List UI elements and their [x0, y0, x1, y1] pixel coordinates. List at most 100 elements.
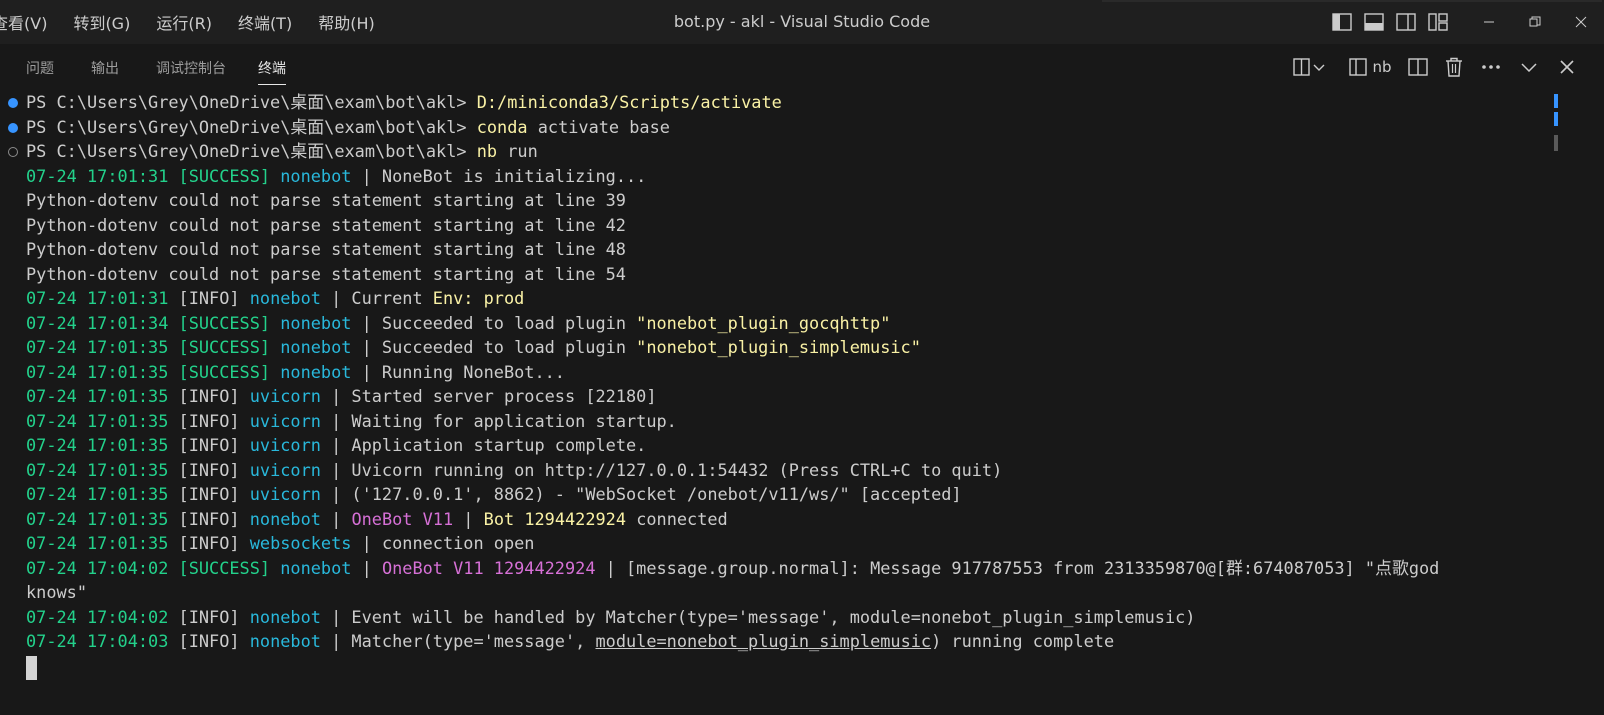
terminal-line: 07-24 17:01:35 [INFO] uvicorn | Waiting …	[0, 409, 1560, 434]
terminal-text: 07-24 17:01:31 [SUCCESS]	[26, 165, 281, 186]
tab-problems[interactable]: 问题	[26, 44, 54, 90]
terminal-line: 07-24 17:01:35 [INFO] websockets | conne…	[0, 531, 1560, 556]
terminal-text: |	[351, 557, 382, 578]
terminal-text: [INFO]	[178, 435, 250, 455]
terminal-text: nonebot	[249, 631, 321, 651]
close-panel-button[interactable]	[1548, 44, 1586, 90]
terminal-line: Python-dotenv could not parse statement …	[0, 188, 1560, 213]
toggle-secondary-sidebar-icon[interactable]	[1390, 0, 1422, 44]
terminal-line: 07-24 17:01:31 [INFO] nonebot | Current …	[0, 286, 1560, 311]
more-actions-button[interactable]	[1472, 44, 1510, 90]
terminal-line: Python-dotenv could not parse statement …	[0, 262, 1560, 287]
tab-output[interactable]: 输出	[91, 44, 119, 90]
scrollbar-thumb[interactable]	[1554, 135, 1558, 151]
terminal-text: | Succeeded to load plugin	[351, 337, 637, 357]
terminal-text: "nonebot_plugin_gocqhttp"	[636, 312, 891, 333]
command-success-dot[interactable]	[8, 122, 18, 133]
terminal-text: 07-24 17:04:02 [SUCCESS]	[26, 557, 281, 578]
menu-view[interactable]: 查看(V)	[0, 10, 47, 34]
terminal-text: nonebot	[249, 606, 321, 627]
customize-layout-icon[interactable]	[1422, 0, 1454, 44]
terminal-text: uvicorn	[249, 386, 321, 406]
close-window-icon[interactable]	[1558, 0, 1604, 44]
command-running-dot[interactable]	[8, 147, 18, 157]
toggle-primary-sidebar-icon[interactable]	[1326, 0, 1358, 44]
terminal-line: Python-dotenv could not parse statement …	[0, 237, 1560, 262]
terminal-text: nonebot	[280, 337, 352, 357]
terminal-text: OneBot V11 1294422924	[381, 557, 596, 578]
terminal-text: | Current	[320, 288, 433, 308]
command-success-dot[interactable]	[8, 98, 18, 108]
terminal-text: PS C:\Users\Grey\OneDrive\桌面\exam\bot\ak…	[26, 141, 477, 161]
title-bar: 查看(V) 转到(G) 运行(R) 终端(T) 帮助(H) bot.py - a…	[0, 0, 1604, 44]
terminal-name: nb	[1372, 58, 1392, 76]
terminal-text: | NoneBot is initializing...	[351, 165, 647, 186]
split-terminal-dropdown[interactable]	[1286, 44, 1332, 90]
kill-terminal-button[interactable]	[1436, 44, 1472, 90]
split-editor-button[interactable]	[1400, 44, 1436, 90]
minimize-icon[interactable]	[1466, 0, 1512, 44]
terminal-icon	[1349, 58, 1368, 76]
maximize-panel-button[interactable]	[1510, 44, 1548, 90]
terminal-text: run	[497, 141, 538, 161]
terminal-text: | Succeeded to load plugin	[351, 312, 637, 333]
terminal-line: 07-24 17:01:35 [INFO] nonebot | OneBot V…	[0, 507, 1560, 532]
split-terminal-icon	[1293, 58, 1310, 76]
terminal-line: 07-24 17:01:35 [SUCCESS] nonebot | Runni…	[0, 360, 1560, 385]
menu-run[interactable]: 运行(R)	[156, 10, 212, 34]
terminal-line: PS C:\Users\Grey\OneDrive\桌面\exam\bot\ak…	[0, 115, 1560, 140]
toggle-panel-icon[interactable]	[1358, 0, 1390, 44]
tab-terminal[interactable]: 终端	[258, 44, 286, 90]
more-icon	[1482, 65, 1500, 69]
terminal-text: nonebot	[280, 557, 352, 578]
terminal-line: PS C:\Users\Grey\OneDrive\桌面\exam\bot\ak…	[0, 90, 1560, 115]
terminal-text: 07-24 17:01:35 [SUCCESS]	[26, 337, 281, 357]
terminal-text: | Uvicorn running on http://127.0.0.1:54…	[320, 459, 1003, 480]
menu-help[interactable]: 帮助(H)	[318, 10, 375, 34]
terminal-text: [INFO]	[178, 386, 250, 406]
terminal-text: | Waiting for application startup.	[320, 410, 677, 431]
terminal-text: | [message.group.normal]: Message 917787…	[595, 557, 1440, 578]
terminal-text: | Application startup complete.	[320, 435, 647, 455]
terminal-text: 07-24 17:01:35	[26, 386, 179, 406]
terminal-text: nonebot	[249, 508, 321, 529]
terminal-text: uvicorn	[249, 459, 321, 480]
terminal-link[interactable]: module=nonebot_plugin_simplemusic	[596, 631, 932, 651]
terminal-text: nb	[476, 141, 498, 161]
terminal-text: OneBot V11	[351, 508, 454, 529]
terminal-text: Bot 1294422924	[483, 508, 627, 529]
restore-icon[interactable]	[1512, 0, 1558, 44]
terminal-text: [INFO]	[178, 288, 250, 308]
terminal-output[interactable]: PS C:\Users\Grey\OneDrive\桌面\exam\bot\ak…	[0, 90, 1560, 715]
terminal-scrollbar[interactable]	[1548, 90, 1562, 715]
chevron-down-icon	[1521, 63, 1537, 72]
terminal-text: ) running complete	[931, 631, 1115, 651]
panel-tabs: 问题 输出 调试控制台 终端	[0, 44, 286, 90]
terminal-text: [INFO]	[178, 606, 250, 627]
terminal-text: uvicorn	[249, 435, 321, 455]
terminal-text: 07-24 17:04:03	[26, 631, 179, 651]
tab-debug-console[interactable]: 调试控制台	[156, 44, 226, 90]
terminal-line: Python-dotenv could not parse statement …	[0, 213, 1560, 238]
terminal-line: 07-24 17:04:03 [INFO] nonebot | Matcher(…	[0, 629, 1560, 654]
menu-go[interactable]: 转到(G)	[73, 10, 130, 34]
terminal-text: 07-24 17:01:31	[26, 288, 179, 308]
terminal-text: | connection open	[351, 533, 535, 553]
menu-terminal[interactable]: 终端(T)	[238, 10, 292, 34]
terminal-text: nonebot	[280, 312, 352, 333]
terminal-line: 07-24 17:04:02 [SUCCESS] nonebot | OneBo…	[0, 556, 1560, 581]
terminal-text: 07-24 17:01:35	[26, 484, 179, 504]
terminal-line: 07-24 17:01:31 [SUCCESS] nonebot | NoneB…	[0, 164, 1560, 189]
terminal-line: PS C:\Users\Grey\OneDrive\桌面\exam\bot\ak…	[0, 139, 1560, 164]
terminal-text: | Matcher(type='message',	[320, 631, 596, 651]
terminal-instance[interactable]: nb	[1340, 44, 1400, 90]
scrollbar-command-marker	[1554, 112, 1558, 126]
terminal-text: 07-24 17:01:35	[26, 410, 179, 431]
terminal-text: [INFO]	[178, 533, 250, 553]
terminal-text: Python-dotenv could not parse statement …	[26, 239, 626, 259]
panel-actions: nb	[1286, 44, 1604, 90]
terminal-text: | Event will be handled by Matcher(type=…	[320, 606, 1196, 627]
terminal-text: [INFO]	[178, 631, 250, 651]
terminal-text: Python-dotenv could not parse statement …	[26, 190, 626, 210]
terminal-text: conda	[476, 116, 528, 137]
